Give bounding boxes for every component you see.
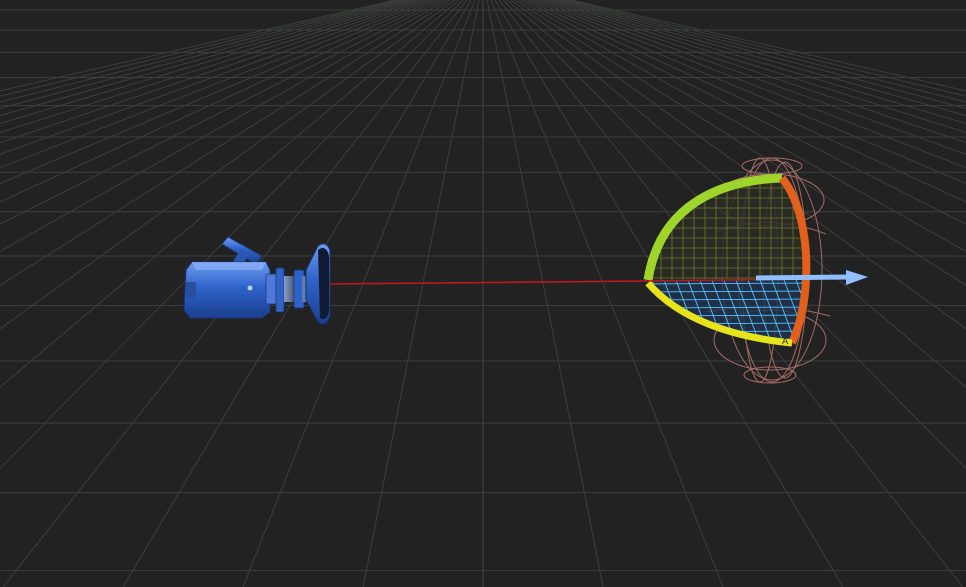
3d-viewport[interactable]: A (0, 0, 966, 587)
camera-body (183, 261, 271, 319)
axis-label: A (782, 337, 789, 347)
